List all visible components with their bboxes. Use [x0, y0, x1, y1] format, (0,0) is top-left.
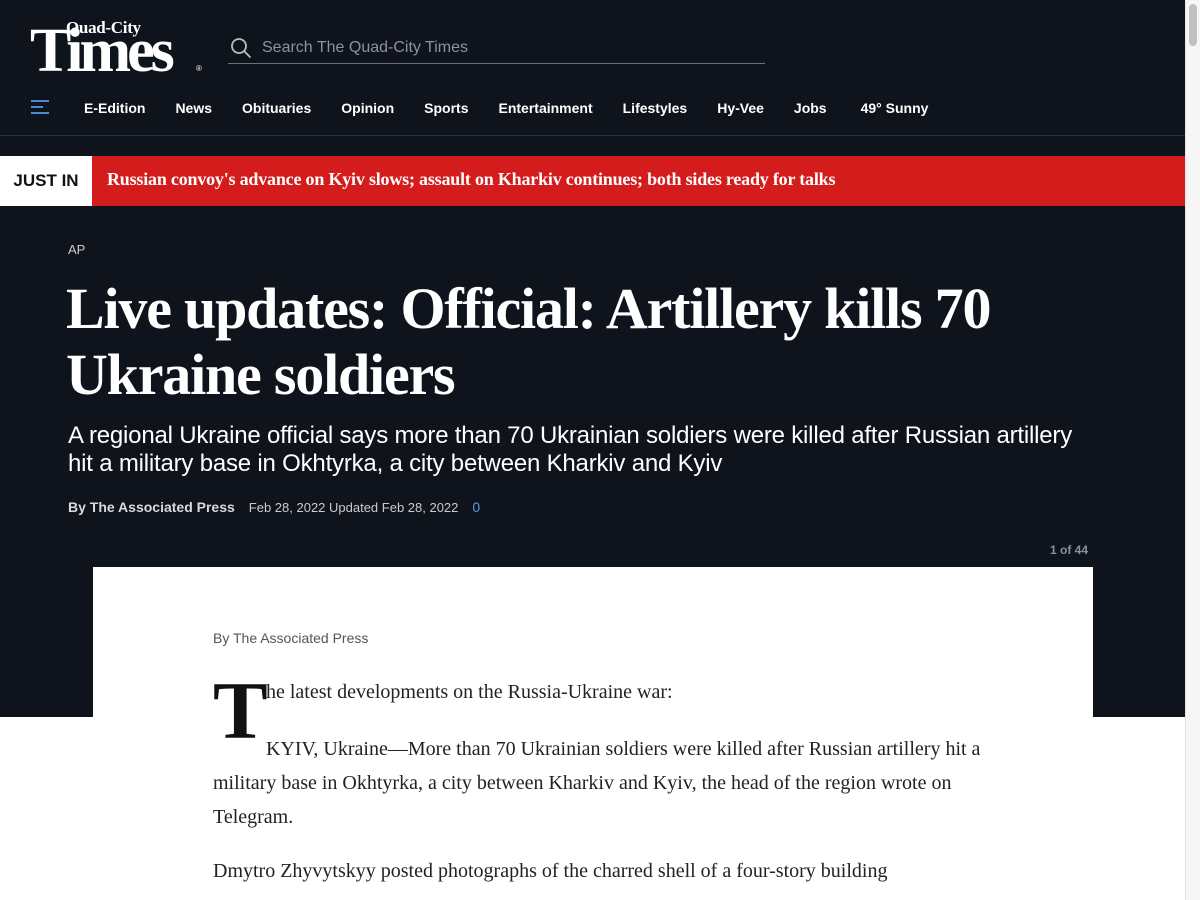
scrollbar-thumb[interactable] [1189, 4, 1197, 46]
search-bar[interactable] [228, 32, 765, 64]
nav-item-opinion[interactable]: Opinion [341, 100, 394, 116]
body-paragraph: he latest developments on the Russia-Ukr… [266, 681, 673, 703]
just-in-label: JUST IN [0, 156, 92, 206]
search-icon[interactable] [230, 37, 252, 59]
body-byline: By The Associated Press [213, 630, 369, 646]
article-dates: Feb 28, 2022 Updated Feb 28, 2022 [248, 500, 459, 515]
logo-big-text: Times [30, 17, 175, 85]
article-subtitle: A regional Ukraine official says more th… [68, 422, 1073, 477]
body-paragraph: KYIV, Ukraine—More than 70 Ukrainian sol… [213, 738, 981, 828]
article-byline: By The Associated Press Feb 28, 2022 Upd… [68, 499, 480, 515]
just-in-headline-link[interactable]: Russian convoy's advance on Kyiv slows; … [107, 169, 835, 190]
body-paragraph: Dmytro Zhyvytskyy posted photographs of … [213, 860, 888, 882]
comment-count-link[interactable]: 0 [472, 499, 480, 515]
article-source[interactable]: AP [68, 242, 85, 257]
just-in-banner: JUST IN Russian convoy's advance on Kyiv… [0, 156, 1185, 206]
main-nav: E-Edition News Obituaries Opinion Sports… [0, 88, 1185, 136]
nav-item-news[interactable]: News [175, 100, 212, 116]
article-body-card: By The Associated Press T he latest deve… [93, 567, 1093, 900]
nav-item-sports[interactable]: Sports [424, 100, 468, 116]
search-input[interactable] [262, 38, 742, 57]
nav-item-e-edition[interactable]: E-Edition [84, 100, 145, 116]
author-name[interactable]: By The Associated Press [68, 499, 235, 515]
site-logo[interactable]: Quad-City Times ® [30, 18, 202, 82]
nav-item-jobs[interactable]: Jobs [794, 100, 827, 116]
gallery-count: 1 of 44 [1050, 543, 1089, 557]
nav-item-hy-vee[interactable]: Hy-Vee [717, 100, 764, 116]
logo-registered-mark: ® [196, 64, 202, 73]
nav-item-obituaries[interactable]: Obituaries [242, 100, 311, 116]
page-scrollbar[interactable] [1185, 0, 1200, 900]
hamburger-menu-icon[interactable] [31, 99, 49, 115]
nav-items: E-Edition News Obituaries Opinion Sports… [84, 100, 958, 116]
nav-item-lifestyles[interactable]: Lifestyles [623, 100, 688, 116]
weather-link[interactable]: 49° Sunny [861, 100, 929, 116]
nav-item-entertainment[interactable]: Entertainment [499, 100, 593, 116]
article-title: Live updates: Official: Artillery kills … [66, 276, 991, 407]
